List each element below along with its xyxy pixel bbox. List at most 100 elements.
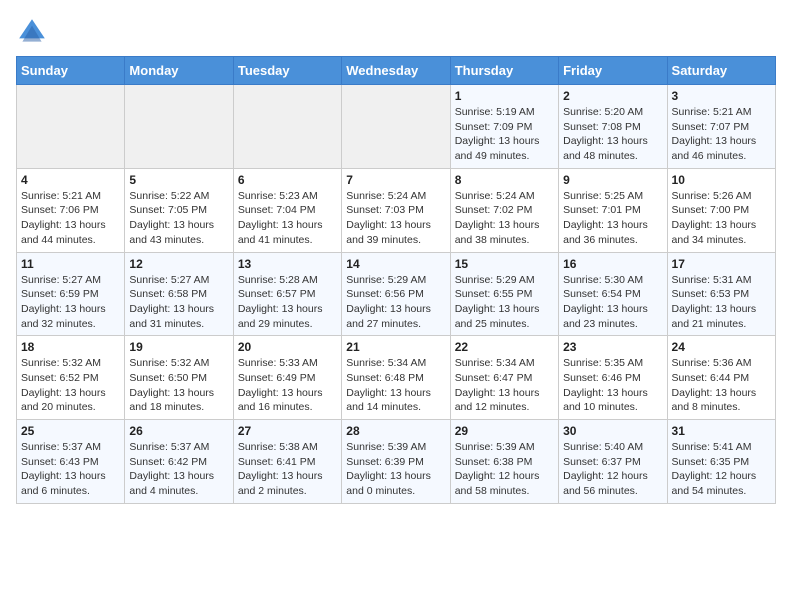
calendar-cell: 7Sunrise: 5:24 AMSunset: 7:03 PMDaylight… — [342, 168, 450, 252]
day-info: Sunrise: 5:29 AMSunset: 6:56 PMDaylight:… — [346, 273, 445, 332]
calendar-week-row: 11Sunrise: 5:27 AMSunset: 6:59 PMDayligh… — [17, 252, 776, 336]
day-number: 26 — [129, 424, 228, 438]
day-number: 9 — [563, 173, 662, 187]
day-number: 18 — [21, 340, 120, 354]
day-info: Sunrise: 5:21 AMSunset: 7:07 PMDaylight:… — [672, 105, 771, 164]
day-number: 19 — [129, 340, 228, 354]
day-info: Sunrise: 5:27 AMSunset: 6:59 PMDaylight:… — [21, 273, 120, 332]
day-number: 17 — [672, 257, 771, 271]
calendar-cell: 6Sunrise: 5:23 AMSunset: 7:04 PMDaylight… — [233, 168, 341, 252]
day-number: 2 — [563, 89, 662, 103]
day-number: 31 — [672, 424, 771, 438]
header-saturday: Saturday — [667, 57, 775, 85]
day-number: 4 — [21, 173, 120, 187]
calendar-cell: 4 Sunrise: 5:21 AMSunset: 7:06 PMDaylight… — [17, 168, 125, 252]
calendar-cell — [233, 85, 341, 169]
calendar-cell: 3 Sunrise: 5:21 AMSunset: 7:07 PMDaylight… — [667, 85, 775, 169]
day-info: Sunrise: 5:21 AMSunset: 7:06 PMDaylight:… — [21, 189, 120, 248]
day-number: 14 — [346, 257, 445, 271]
calendar-cell: 2 Sunrise: 5:20 AMSunset: 7:08 PMDaylight… — [559, 85, 667, 169]
day-number: 13 — [238, 257, 337, 271]
day-info: Sunrise: 5:28 AMSunset: 6:57 PMDaylight:… — [238, 273, 337, 332]
day-number: 27 — [238, 424, 337, 438]
calendar-cell — [342, 85, 450, 169]
day-info: Sunrise: 5:32 AMSunset: 6:52 PMDaylight:… — [21, 356, 120, 415]
calendar-cell — [17, 85, 125, 169]
day-number: 8 — [455, 173, 554, 187]
day-number: 5 — [129, 173, 228, 187]
header-monday: Monday — [125, 57, 233, 85]
header-friday: Friday — [559, 57, 667, 85]
calendar-cell: 25 Sunrise: 5:37 AMSunset: 6:43 PMDayligh… — [17, 420, 125, 504]
calendar-cell: 16 Sunrise: 5:30 AMSunset: 6:54 PMDayligh… — [559, 252, 667, 336]
day-info: Sunrise: 5:25 AMSunset: 7:01 PMDaylight:… — [563, 189, 662, 248]
day-info: Sunrise: 5:19 AMSunset: 7:09 PMDaylight:… — [455, 105, 554, 164]
day-info: Sunrise: 5:34 AMSunset: 6:48 PMDaylight:… — [346, 356, 445, 415]
calendar-cell: 20 Sunrise: 5:33 AMSunset: 6:49 PMDayligh… — [233, 336, 341, 420]
calendar-cell: 29Sunrise: 5:39 AMSunset: 6:38 PMDayligh… — [450, 420, 558, 504]
day-number: 6 — [238, 173, 337, 187]
header-wednesday: Wednesday — [342, 57, 450, 85]
day-number: 22 — [455, 340, 554, 354]
day-number: 23 — [563, 340, 662, 354]
day-info: Sunrise: 5:37 AMSunset: 6:42 PMDaylight:… — [129, 440, 228, 499]
day-number: 3 — [672, 89, 771, 103]
header-sunday: Sunday — [17, 57, 125, 85]
calendar-cell: 8 Sunrise: 5:24 AMSunset: 7:02 PMDaylight… — [450, 168, 558, 252]
calendar-cell: 21 Sunrise: 5:34 AMSunset: 6:48 PMDayligh… — [342, 336, 450, 420]
calendar-week-row: 4 Sunrise: 5:21 AMSunset: 7:06 PMDaylight… — [17, 168, 776, 252]
calendar-cell: 12 Sunrise: 5:27 AMSunset: 6:58 PMDayligh… — [125, 252, 233, 336]
calendar-cell: 24Sunrise: 5:36 AMSunset: 6:44 PMDayligh… — [667, 336, 775, 420]
calendar-cell — [125, 85, 233, 169]
day-number: 25 — [21, 424, 120, 438]
day-info: Sunrise: 5:20 AMSunset: 7:08 PMDaylight:… — [563, 105, 662, 164]
day-number: 10 — [672, 173, 771, 187]
day-info: Sunrise: 5:36 AMSunset: 6:44 PMDaylight:… — [672, 356, 771, 415]
day-info: Sunrise: 5:29 AMSunset: 6:55 PMDaylight:… — [455, 273, 554, 332]
calendar-cell: 11Sunrise: 5:27 AMSunset: 6:59 PMDayligh… — [17, 252, 125, 336]
day-number: 28 — [346, 424, 445, 438]
calendar-cell: 22 Sunrise: 5:34 AMSunset: 6:47 PMDayligh… — [450, 336, 558, 420]
calendar-cell: 17 Sunrise: 5:31 AMSunset: 6:53 PMDayligh… — [667, 252, 775, 336]
calendar-cell: 9 Sunrise: 5:25 AMSunset: 7:01 PMDaylight… — [559, 168, 667, 252]
day-number: 1 — [455, 89, 554, 103]
day-number: 21 — [346, 340, 445, 354]
logo-icon — [16, 16, 48, 48]
day-info: Sunrise: 5:40 AMSunset: 6:37 PMDaylight:… — [563, 440, 662, 499]
calendar-cell: 27 Sunrise: 5:38 AMSunset: 6:41 PMDayligh… — [233, 420, 341, 504]
day-info: Sunrise: 5:24 AMSunset: 7:02 PMDaylight:… — [455, 189, 554, 248]
day-number: 15 — [455, 257, 554, 271]
calendar-cell: 14 Sunrise: 5:29 AMSunset: 6:56 PMDayligh… — [342, 252, 450, 336]
day-info: Sunrise: 5:27 AMSunset: 6:58 PMDaylight:… — [129, 273, 228, 332]
day-number: 16 — [563, 257, 662, 271]
day-number: 12 — [129, 257, 228, 271]
day-info: Sunrise: 5:33 AMSunset: 6:49 PMDaylight:… — [238, 356, 337, 415]
day-info: Sunrise: 5:39 AMSunset: 6:38 PMDaylight:… — [455, 440, 554, 499]
day-info: Sunrise: 5:37 AMSunset: 6:43 PMDaylight:… — [21, 440, 120, 499]
calendar-cell: 18 Sunrise: 5:32 AMSunset: 6:52 PMDayligh… — [17, 336, 125, 420]
day-number: 30 — [563, 424, 662, 438]
calendar-week-row: 25 Sunrise: 5:37 AMSunset: 6:43 PMDayligh… — [17, 420, 776, 504]
calendar-table: SundayMondayTuesdayWednesdayThursdayFrid… — [16, 56, 776, 504]
calendar-cell: 26 Sunrise: 5:37 AMSunset: 6:42 PMDayligh… — [125, 420, 233, 504]
calendar-week-row: 18 Sunrise: 5:32 AMSunset: 6:52 PMDayligh… — [17, 336, 776, 420]
calendar-cell: 10 Sunrise: 5:26 AMSunset: 7:00 PMDayligh… — [667, 168, 775, 252]
page-header — [16, 16, 776, 48]
calendar-cell: 5Sunrise: 5:22 AMSunset: 7:05 PMDaylight… — [125, 168, 233, 252]
calendar-week-row: 1 Sunrise: 5:19 AMSunset: 7:09 PMDaylight… — [17, 85, 776, 169]
calendar-cell: 13 Sunrise: 5:28 AMSunset: 6:57 PMDayligh… — [233, 252, 341, 336]
header-tuesday: Tuesday — [233, 57, 341, 85]
calendar-header-row: SundayMondayTuesdayWednesdayThursdayFrid… — [17, 57, 776, 85]
day-info: Sunrise: 5:24 AMSunset: 7:03 PMDaylight:… — [346, 189, 445, 248]
day-info: Sunrise: 5:38 AMSunset: 6:41 PMDaylight:… — [238, 440, 337, 499]
day-info: Sunrise: 5:30 AMSunset: 6:54 PMDaylight:… — [563, 273, 662, 332]
calendar-cell: 31Sunrise: 5:41 AMSunset: 6:35 PMDayligh… — [667, 420, 775, 504]
day-number: 20 — [238, 340, 337, 354]
day-info: Sunrise: 5:26 AMSunset: 7:00 PMDaylight:… — [672, 189, 771, 248]
day-info: Sunrise: 5:34 AMSunset: 6:47 PMDaylight:… — [455, 356, 554, 415]
header-thursday: Thursday — [450, 57, 558, 85]
day-info: Sunrise: 5:31 AMSunset: 6:53 PMDaylight:… — [672, 273, 771, 332]
calendar-cell: 30 Sunrise: 5:40 AMSunset: 6:37 PMDayligh… — [559, 420, 667, 504]
calendar-cell: 15 Sunrise: 5:29 AMSunset: 6:55 PMDayligh… — [450, 252, 558, 336]
calendar-cell: 1 Sunrise: 5:19 AMSunset: 7:09 PMDaylight… — [450, 85, 558, 169]
